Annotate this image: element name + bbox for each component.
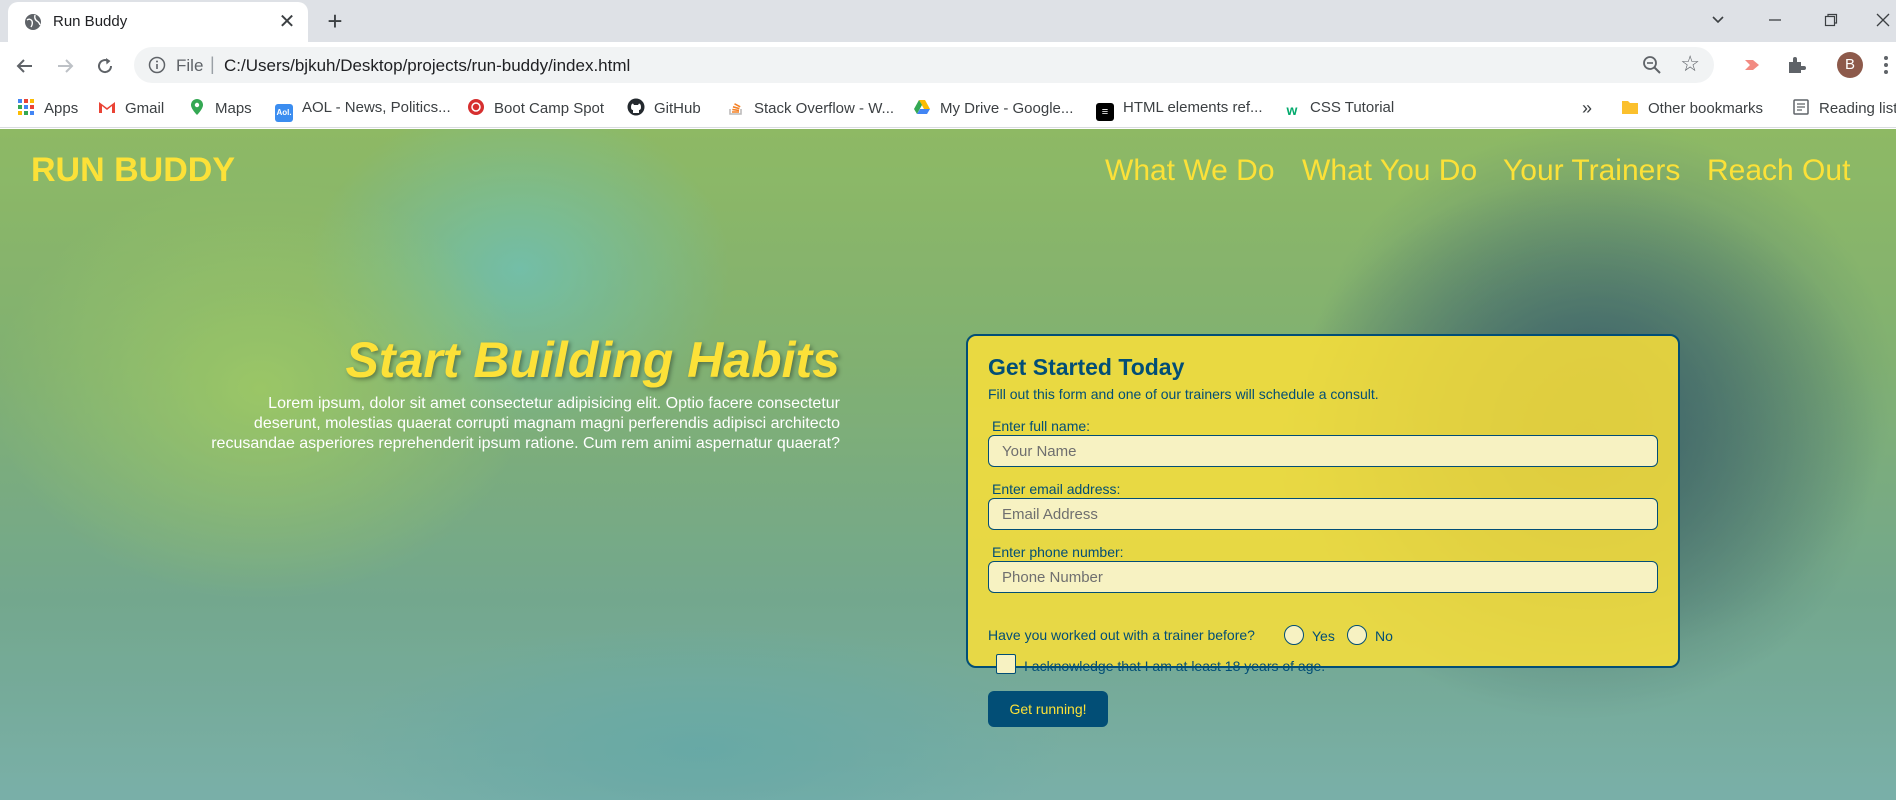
extensions-puzzle-icon[interactable] <box>1782 51 1810 79</box>
profile-avatar[interactable]: B <box>1837 52 1863 78</box>
other-bookmarks-folder[interactable]: Other bookmarks <box>1621 98 1763 118</box>
bookmark-label: Maps <box>215 100 252 117</box>
tab-search-chevron-icon[interactable] <box>1695 4 1741 36</box>
bookmark-label: Stack Overflow - W... <box>754 100 895 117</box>
form-subtitle: Fill out this form and one of our traine… <box>988 386 1379 402</box>
bookmark-label: HTML elements ref... <box>1123 99 1263 116</box>
mdn-icon: ≡ <box>1096 103 1114 121</box>
bookmark-stack-overflow[interactable]: Stack Overflow - W... <box>727 98 894 118</box>
tab-close-icon[interactable]: ✕ <box>276 11 298 33</box>
close-window-icon[interactable] <box>1860 4 1896 36</box>
bookmark-label: Apps <box>44 100 79 117</box>
nav-link-reach-out[interactable]: Reach Out <box>1707 154 1850 188</box>
bookmark-gmail[interactable]: Gmail <box>98 98 164 118</box>
browser-menu-icon[interactable] <box>1872 51 1896 79</box>
globe-icon <box>25 14 41 30</box>
phone-label: Enter phone number: <box>992 544 1124 560</box>
forward-icon[interactable] <box>51 51 79 79</box>
reload-icon[interactable] <box>91 51 119 79</box>
back-icon[interactable] <box>11 51 39 79</box>
google-drive-icon <box>914 100 930 114</box>
form-title: Get Started Today <box>988 354 1185 380</box>
trainer-yes-label: Yes <box>1312 628 1335 644</box>
nav-link-what-we-do[interactable]: What We Do <box>1105 154 1275 188</box>
apps-grid-icon <box>18 99 34 115</box>
stackoverflow-icon <box>729 103 742 115</box>
more-bookmarks-button[interactable]: » <box>1582 98 1592 118</box>
bookmark-label: Gmail <box>125 100 165 117</box>
hero-title: Start Building Habits <box>345 332 840 388</box>
signup-form: Get Started Today Fill out this form and… <box>966 334 1680 727</box>
age-checkbox[interactable] <box>996 654 1016 674</box>
email-label: Enter email address: <box>992 481 1121 497</box>
trainer-question: Have you worked out with a trainer befor… <box>988 627 1255 643</box>
github-icon <box>627 98 645 116</box>
bookmark-github[interactable]: GitHub <box>627 98 701 118</box>
bookmark-label: AOL - News, Politics... <box>302 99 451 116</box>
trainer-yes-radio[interactable] <box>1284 625 1304 645</box>
bookmark-aol[interactable]: Aol. AOL - News, Politics... <box>275 98 451 122</box>
maps-icon <box>191 99 203 115</box>
hero-text: Lorem ipsum, dolor sit amet consectetur … <box>211 395 840 452</box>
nav-link-your-trainers[interactable]: Your Trainers <box>1503 154 1680 188</box>
url-separator: | <box>210 54 215 74</box>
get-running-button[interactable]: Get running! <box>988 691 1108 727</box>
name-label: Enter full name: <box>992 418 1091 434</box>
w3schools-icon: w <box>1286 102 1298 118</box>
bookmark-label: CSS Tutorial <box>1310 99 1395 116</box>
browser-toolbar: File | C:/Users/bjkuh/Desktop/projects/r… <box>0 42 1896 88</box>
bookmarks-bar: Apps Gmail Maps Aol. AOL - News, Politics… <box>0 88 1896 128</box>
restore-icon[interactable] <box>1808 4 1854 36</box>
bookmark-maps[interactable]: Maps <box>188 98 252 118</box>
bookmark-label: Boot Camp Spot <box>494 100 605 117</box>
bookmark-label: Other bookmarks <box>1648 100 1764 117</box>
nav-link-what-you-do[interactable]: What You Do <box>1302 154 1477 188</box>
address-bar[interactable]: File | C:/Users/bjkuh/Desktop/projects/r… <box>134 47 1714 83</box>
trainer-no-radio[interactable] <box>1347 625 1367 645</box>
folder-icon <box>1622 101 1638 114</box>
age-ack-label: I acknowledge that I am at least 18 year… <box>1024 658 1326 674</box>
site-logo[interactable]: RUN BUDDY <box>31 151 235 190</box>
gmail-icon <box>99 102 115 113</box>
tab-title: Run Buddy <box>53 13 128 30</box>
phone-input[interactable] <box>988 561 1658 593</box>
minimize-icon[interactable] <box>1752 4 1798 36</box>
trainer-no-label: No <box>1375 628 1393 644</box>
bookmark-label: Reading list <box>1819 100 1896 117</box>
bookmark-star-icon[interactable]: ☆ <box>1680 53 1700 75</box>
extension-share-icon[interactable] <box>1738 51 1766 79</box>
bookmark-boot-camp-spot[interactable]: Boot Camp Spot <box>467 98 604 118</box>
name-input[interactable] <box>988 435 1658 467</box>
reading-list-button[interactable]: Reading list <box>1792 98 1896 118</box>
aol-icon: Aol. <box>275 104 293 122</box>
browser-tabstrip: Run Buddy ✕ + <box>0 0 1896 42</box>
bookmark-google-drive[interactable]: My Drive - Google... <box>913 98 1073 118</box>
bookmark-html-elements[interactable]: ≡ HTML elements ref... <box>1096 98 1263 121</box>
bootcamp-icon <box>468 99 484 115</box>
page-viewport: RUN BUDDY What We Do What You Do Your Tr… <box>0 129 1896 800</box>
bookmark-label: GitHub <box>654 100 701 117</box>
bookmark-css-tutorial[interactable]: w CSS Tutorial <box>1283 98 1395 118</box>
url-scheme: File <box>176 56 204 75</box>
bookmark-apps[interactable]: Apps <box>17 98 78 118</box>
bookmark-label: My Drive - Google... <box>940 100 1074 117</box>
browser-tab-active[interactable]: Run Buddy ✕ <box>8 2 308 42</box>
email-input[interactable] <box>988 498 1658 530</box>
new-tab-button[interactable]: + <box>322 8 348 34</box>
info-icon[interactable] <box>148 56 166 74</box>
reading-list-icon <box>1793 99 1809 115</box>
zoom-icon[interactable] <box>1642 55 1662 75</box>
url-text[interactable]: C:/Users/bjkuh/Desktop/projects/run-budd… <box>224 56 630 76</box>
